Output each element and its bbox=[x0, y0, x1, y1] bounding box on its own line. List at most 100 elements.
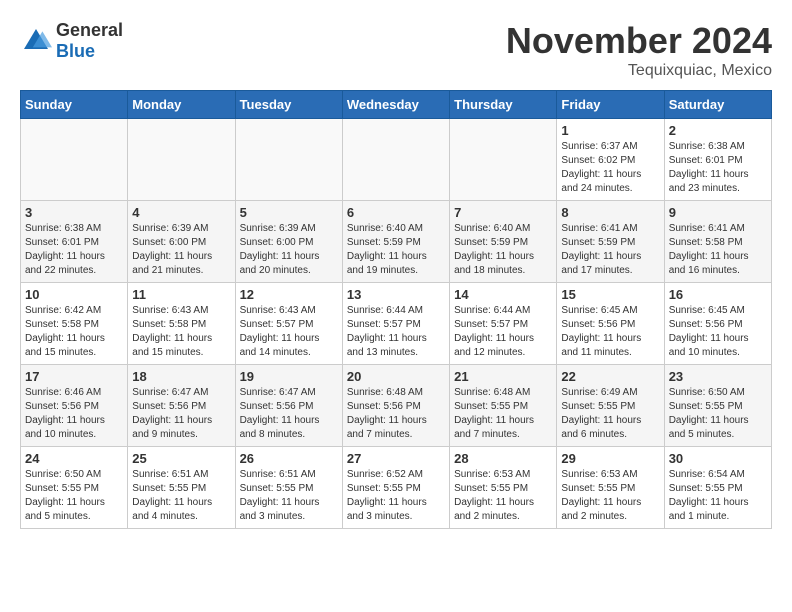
day-number: 14 bbox=[454, 287, 552, 302]
calendar-cell: 3Sunrise: 6:38 AMSunset: 6:01 PMDaylight… bbox=[21, 201, 128, 283]
day-info: Sunrise: 6:43 AMSunset: 5:57 PMDaylight:… bbox=[240, 304, 338, 360]
day-number: 22 bbox=[561, 369, 659, 384]
day-number: 5 bbox=[240, 205, 338, 220]
day-header: Thursday bbox=[450, 91, 557, 119]
day-info: Sunrise: 6:51 AMSunset: 5:55 PMDaylight:… bbox=[132, 468, 230, 524]
day-number: 12 bbox=[240, 287, 338, 302]
day-number: 6 bbox=[347, 205, 445, 220]
calendar-cell: 6 Sunrise: 6:40 AMSunset: 5:59 PMDaylight… bbox=[342, 201, 449, 283]
month-title: November 2024 bbox=[506, 20, 772, 62]
calendar-cell: 19 Sunrise: 6:47 AMSunset: 5:56 PMDayligh… bbox=[235, 365, 342, 447]
day-info: Sunrise: 6:53 AMSunset: 5:55 PMDaylight:… bbox=[561, 468, 659, 524]
day-info: Sunrise: 6:51 AMSunset: 5:55 PMDaylight:… bbox=[240, 468, 338, 524]
day-number: 17 bbox=[25, 369, 123, 384]
day-number: 29 bbox=[561, 451, 659, 466]
calendar-cell: 1 Sunrise: 6:37 AMSunset: 6:02 PMDaylight… bbox=[557, 119, 664, 201]
day-number: 21 bbox=[454, 369, 552, 384]
day-number: 19 bbox=[240, 369, 338, 384]
day-info: Sunrise: 6:38 AMSunset: 6:01 PMDaylight:… bbox=[25, 222, 123, 278]
day-header: Friday bbox=[557, 91, 664, 119]
calendar-cell: 28 Sunrise: 6:53 AMSunset: 5:55 PMDayligh… bbox=[450, 447, 557, 529]
calendar-cell: 10Sunrise: 6:42 AMSunset: 5:58 PMDayligh… bbox=[21, 283, 128, 365]
day-info: Sunrise: 6:53 AMSunset: 5:55 PMDaylight:… bbox=[454, 468, 552, 524]
day-number: 7 bbox=[454, 205, 552, 220]
day-number: 20 bbox=[347, 369, 445, 384]
day-number: 23 bbox=[669, 369, 767, 384]
calendar-cell: 12 Sunrise: 6:43 AMSunset: 5:57 PMDayligh… bbox=[235, 283, 342, 365]
day-header: Saturday bbox=[664, 91, 771, 119]
calendar-cell: 15 Sunrise: 6:45 AMSunset: 5:56 PMDayligh… bbox=[557, 283, 664, 365]
calendar-week: 10Sunrise: 6:42 AMSunset: 5:58 PMDayligh… bbox=[21, 283, 772, 365]
calendar-week: 1 Sunrise: 6:37 AMSunset: 6:02 PMDaylight… bbox=[21, 119, 772, 201]
day-info: Sunrise: 6:44 AMSunset: 5:57 PMDaylight:… bbox=[454, 304, 552, 360]
calendar-cell: 26Sunrise: 6:51 AMSunset: 5:55 PMDayligh… bbox=[235, 447, 342, 529]
calendar-cell: 13Sunrise: 6:44 AMSunset: 5:57 PMDayligh… bbox=[342, 283, 449, 365]
day-info: Sunrise: 6:48 AMSunset: 5:56 PMDaylight:… bbox=[347, 386, 445, 442]
day-info: Sunrise: 6:50 AMSunset: 5:55 PMDaylight:… bbox=[669, 386, 767, 442]
day-info: Sunrise: 6:39 AMSunset: 6:00 PMDaylight:… bbox=[132, 222, 230, 278]
day-info: Sunrise: 6:37 AMSunset: 6:02 PMDaylight:… bbox=[561, 140, 659, 196]
day-info: Sunrise: 6:41 AMSunset: 5:59 PMDaylight:… bbox=[561, 222, 659, 278]
calendar-cell: 14 Sunrise: 6:44 AMSunset: 5:57 PMDayligh… bbox=[450, 283, 557, 365]
day-info: Sunrise: 6:48 AMSunset: 5:55 PMDaylight:… bbox=[454, 386, 552, 442]
calendar-cell: 30 Sunrise: 6:54 AMSunset: 5:55 PMDayligh… bbox=[664, 447, 771, 529]
page-header: General Blue November 2024 Tequixquiac, … bbox=[20, 20, 772, 80]
day-header: Monday bbox=[128, 91, 235, 119]
calendar-cell: 5 Sunrise: 6:39 AMSunset: 6:00 PMDaylight… bbox=[235, 201, 342, 283]
logo-text: General Blue bbox=[56, 20, 123, 62]
day-number: 25 bbox=[132, 451, 230, 466]
calendar-cell: 7 Sunrise: 6:40 AMSunset: 5:59 PMDaylight… bbox=[450, 201, 557, 283]
day-info: Sunrise: 6:45 AMSunset: 5:56 PMDaylight:… bbox=[669, 304, 767, 360]
day-number: 13 bbox=[347, 287, 445, 302]
logo-blue: Blue bbox=[56, 41, 123, 62]
calendar-week: 3Sunrise: 6:38 AMSunset: 6:01 PMDaylight… bbox=[21, 201, 772, 283]
day-number: 27 bbox=[347, 451, 445, 466]
day-info: Sunrise: 6:50 AMSunset: 5:55 PMDaylight:… bbox=[25, 468, 123, 524]
calendar-cell bbox=[21, 119, 128, 201]
calendar-cell: 20 Sunrise: 6:48 AMSunset: 5:56 PMDayligh… bbox=[342, 365, 449, 447]
day-number: 1 bbox=[561, 123, 659, 138]
day-info: Sunrise: 6:39 AMSunset: 6:00 PMDaylight:… bbox=[240, 222, 338, 278]
day-number: 9 bbox=[669, 205, 767, 220]
day-info: Sunrise: 6:52 AMSunset: 5:55 PMDaylight:… bbox=[347, 468, 445, 524]
calendar-cell: 4 Sunrise: 6:39 AMSunset: 6:00 PMDaylight… bbox=[128, 201, 235, 283]
day-number: 18 bbox=[132, 369, 230, 384]
day-number: 4 bbox=[132, 205, 230, 220]
calendar-cell bbox=[450, 119, 557, 201]
calendar-cell: 9 Sunrise: 6:41 AMSunset: 5:58 PMDaylight… bbox=[664, 201, 771, 283]
day-info: Sunrise: 6:41 AMSunset: 5:58 PMDaylight:… bbox=[669, 222, 767, 278]
day-number: 16 bbox=[669, 287, 767, 302]
calendar-cell: 27 Sunrise: 6:52 AMSunset: 5:55 PMDayligh… bbox=[342, 447, 449, 529]
calendar-cell: 22Sunrise: 6:49 AMSunset: 5:55 PMDayligh… bbox=[557, 365, 664, 447]
logo-general: General bbox=[56, 20, 123, 41]
day-info: Sunrise: 6:45 AMSunset: 5:56 PMDaylight:… bbox=[561, 304, 659, 360]
calendar-cell: 11 Sunrise: 6:43 AMSunset: 5:58 PMDayligh… bbox=[128, 283, 235, 365]
calendar-cell: 23 Sunrise: 6:50 AMSunset: 5:55 PMDayligh… bbox=[664, 365, 771, 447]
header-row: SundayMondayTuesdayWednesdayThursdayFrid… bbox=[21, 91, 772, 119]
calendar-cell: 18Sunrise: 6:47 AMSunset: 5:56 PMDayligh… bbox=[128, 365, 235, 447]
day-info: Sunrise: 6:54 AMSunset: 5:55 PMDaylight:… bbox=[669, 468, 767, 524]
calendar-cell: 2Sunrise: 6:38 AMSunset: 6:01 PMDaylight… bbox=[664, 119, 771, 201]
calendar-cell: 16 Sunrise: 6:45 AMSunset: 5:56 PMDayligh… bbox=[664, 283, 771, 365]
day-number: 10 bbox=[25, 287, 123, 302]
day-header: Tuesday bbox=[235, 91, 342, 119]
day-header: Sunday bbox=[21, 91, 128, 119]
day-info: Sunrise: 6:46 AMSunset: 5:56 PMDaylight:… bbox=[25, 386, 123, 442]
day-number: 11 bbox=[132, 287, 230, 302]
logo-icon bbox=[20, 25, 52, 57]
day-info: Sunrise: 6:40 AMSunset: 5:59 PMDaylight:… bbox=[454, 222, 552, 278]
day-info: Sunrise: 6:40 AMSunset: 5:59 PMDaylight:… bbox=[347, 222, 445, 278]
day-info: Sunrise: 6:38 AMSunset: 6:01 PMDaylight:… bbox=[669, 140, 767, 196]
day-number: 28 bbox=[454, 451, 552, 466]
calendar-cell bbox=[342, 119, 449, 201]
day-number: 8 bbox=[561, 205, 659, 220]
day-info: Sunrise: 6:43 AMSunset: 5:58 PMDaylight:… bbox=[132, 304, 230, 360]
calendar-cell: 25 Sunrise: 6:51 AMSunset: 5:55 PMDayligh… bbox=[128, 447, 235, 529]
day-number: 15 bbox=[561, 287, 659, 302]
day-number: 30 bbox=[669, 451, 767, 466]
calendar-cell bbox=[235, 119, 342, 201]
day-header: Wednesday bbox=[342, 91, 449, 119]
calendar-cell bbox=[128, 119, 235, 201]
day-info: Sunrise: 6:47 AMSunset: 5:56 PMDaylight:… bbox=[240, 386, 338, 442]
calendar-week: 17 Sunrise: 6:46 AMSunset: 5:56 PMDayligh… bbox=[21, 365, 772, 447]
